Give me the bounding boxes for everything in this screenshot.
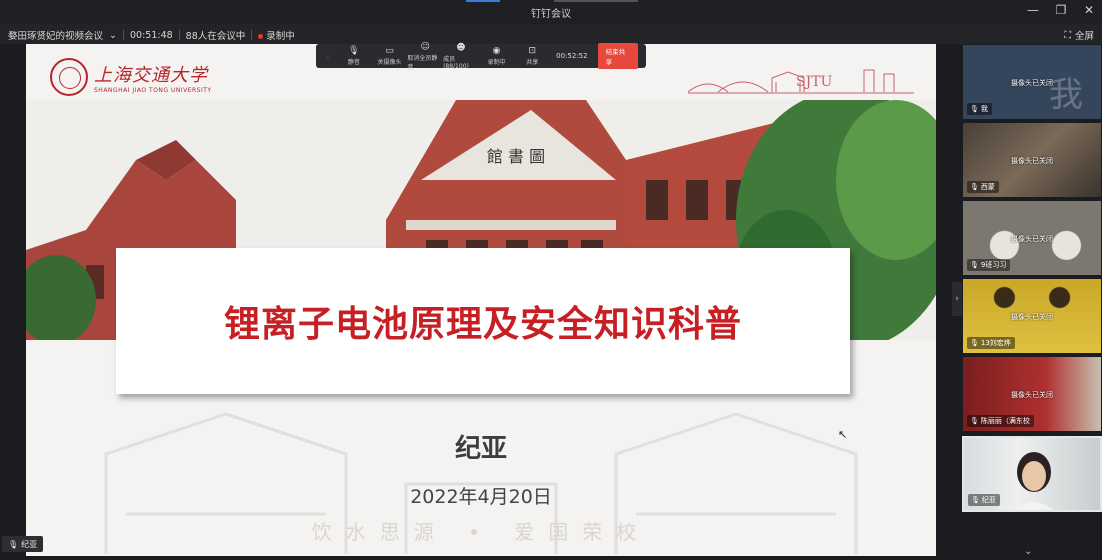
restore-icon[interactable]: ❐ bbox=[1054, 3, 1068, 17]
record-dot-icon bbox=[258, 34, 264, 39]
university-name-en: SHANGHAI JIAO TONG UNIVERSITY bbox=[94, 86, 212, 94]
recording-label: 录制中 bbox=[266, 31, 295, 42]
participant-name-tag: 🎙 纪亚 bbox=[968, 494, 1000, 506]
university-name-cn: 上海交通大学 bbox=[94, 64, 208, 86]
presenter-badge: 🎙 纪亚 bbox=[2, 536, 44, 552]
record-button[interactable]: ◉ 录制中 bbox=[479, 46, 515, 66]
divider bbox=[122, 30, 124, 40]
end-share-button[interactable]: 结束共享 bbox=[597, 43, 638, 69]
camera-icon: ▭ bbox=[385, 46, 394, 56]
record-icon: ◉ bbox=[492, 46, 501, 56]
participant-name: 我 bbox=[980, 105, 988, 113]
titlebar-accent bbox=[466, 0, 500, 2]
meeting-name[interactable]: 婺田琢贤妃的视频会议 bbox=[8, 28, 103, 42]
members-icon: ☻ bbox=[456, 42, 466, 53]
mute-all-icon: ☺ bbox=[420, 41, 430, 52]
chevron-right-icon: › bbox=[955, 294, 959, 304]
close-icon[interactable]: ✕ bbox=[1082, 3, 1096, 17]
camera-off-label: 摄像头已关闭 bbox=[1011, 157, 1053, 165]
participant-name-tag: 🎙 西蒙 bbox=[967, 181, 999, 193]
participant-name: 陈丽丽（满东校 bbox=[980, 417, 1030, 425]
camera-off-label: 摄像头已关闭 bbox=[1011, 391, 1053, 399]
mic-off-icon: 🎙 bbox=[970, 417, 979, 425]
minimize-icon[interactable]: — bbox=[1026, 3, 1040, 17]
camera-button[interactable]: ▭ 关摄像头 bbox=[372, 46, 408, 66]
record-label: 录制中 bbox=[487, 59, 506, 66]
speaker-video-icon bbox=[1014, 452, 1054, 510]
participant-name: 西蒙 bbox=[980, 183, 995, 191]
mute-button[interactable]: 🎙 静音 bbox=[336, 46, 372, 66]
participant-name: 纪亚 bbox=[981, 496, 996, 504]
share-icon: ⊡ bbox=[528, 46, 537, 56]
participant-tile[interactable]: 摄像头已关闭 🎙 西蒙 bbox=[962, 122, 1102, 198]
participant-name-tag: 🎙 我 bbox=[967, 103, 992, 115]
collapse-sidebar-button[interactable]: › bbox=[952, 282, 962, 316]
unmute-all-button[interactable]: ☺ 取消全员静音 bbox=[407, 42, 443, 71]
unmute-all-label: 取消全员静音 bbox=[407, 54, 438, 71]
shared-slide: 上海交通大学 SHANGHAI JIAO TONG UNIVERSITY SJT… bbox=[26, 44, 936, 556]
members-button[interactable]: ☻ 成员(88/100) bbox=[443, 43, 479, 70]
window-title: 钉钉会议 bbox=[531, 9, 571, 20]
university-logo: 上海交通大学 SHANGHAI JIAO TONG UNIVERSITY bbox=[50, 58, 212, 96]
university-motto: 饮水思源 • 爱国荣校 bbox=[311, 520, 651, 544]
mic-off-icon: 🎙 bbox=[970, 105, 979, 113]
fullscreen-icon: ⛶ bbox=[1064, 29, 1071, 41]
university-seal-icon bbox=[50, 58, 88, 96]
mute-label: 静音 bbox=[347, 59, 360, 66]
participant-tile[interactable]: 摄像头已关闭 🎙 9班习习 bbox=[962, 200, 1102, 276]
mic-off-icon: 🎙 bbox=[970, 339, 979, 347]
participant-name: 13刘宏烨 bbox=[980, 339, 1011, 347]
participant-sidebar: 我 摄像头已关闭 🎙 我 摄像头已关闭 🎙 西蒙 摄像头已关闭 🎙 9班习习 摄像头已… bbox=[962, 44, 1102, 560]
mic-icon: 🎙 bbox=[348, 46, 360, 56]
titlebar-accent-secondary bbox=[554, 0, 638, 2]
meeting-info-bar: 婺田琢贤妃的视频会议 ⌄ 00:51:48 88人在会议中 录制中 ⛶ 全屏 bbox=[0, 24, 1102, 44]
camera-off-label: 摄像头已关闭 bbox=[1011, 79, 1053, 87]
divider bbox=[178, 30, 180, 40]
share-timer: 00:52:52 bbox=[556, 52, 588, 60]
fullscreen-button[interactable]: ⛶ 全屏 bbox=[1064, 28, 1094, 43]
participant-tile[interactable]: 我 摄像头已关闭 🎙 我 bbox=[962, 44, 1102, 120]
participant-name-tag: 🎙 陈丽丽（满东校 bbox=[967, 415, 1034, 427]
drag-handle-icon[interactable]: ⋮ bbox=[324, 52, 332, 61]
window-controls: — ❐ ✕ bbox=[1026, 3, 1096, 17]
members-label: 成员(88/100) bbox=[443, 55, 469, 70]
presenter-name: 纪亚 bbox=[454, 434, 507, 464]
mouse-cursor-icon: ↖ bbox=[838, 428, 848, 441]
chevron-down-icon[interactable]: ⌄ bbox=[1024, 546, 1032, 557]
elapsed-time: 00:51:48 bbox=[129, 29, 173, 41]
participant-name: 9班习习 bbox=[980, 261, 1007, 269]
participant-tile-active-speaker[interactable]: 🎙 纪亚 bbox=[962, 436, 1102, 512]
mic-icon: 🎙 bbox=[971, 496, 980, 504]
svg-text:館 書 圖: 館 書 圖 bbox=[487, 147, 545, 166]
slide-title-card: 锂离子电池原理及安全知识科普 bbox=[116, 248, 850, 394]
meeting-toolbar: ⋮ 🎙 静音 ▭ 关摄像头 ☺ 取消全员静音 ☻ 成员(88/100) ◉ 录制… bbox=[316, 42, 646, 71]
divider bbox=[251, 30, 253, 40]
mic-off-icon: 🎙 bbox=[970, 183, 979, 191]
camera-label: 关摄像头 bbox=[377, 59, 402, 66]
participant-tile[interactable]: 摄像头已关闭 🎙 13刘宏烨 bbox=[962, 278, 1102, 354]
camera-off-label: 摄像头已关闭 bbox=[1011, 235, 1053, 243]
presentation-date: 2022年4月20日 bbox=[410, 486, 552, 508]
recording-status: 录制中 bbox=[258, 28, 295, 42]
camera-off-label: 摄像头已关闭 bbox=[1011, 313, 1053, 321]
slide-title: 锂离子电池原理及安全知识科普 bbox=[223, 304, 742, 345]
participant-count[interactable]: 88人在会议中 bbox=[186, 28, 246, 42]
fullscreen-label: 全屏 bbox=[1074, 31, 1094, 42]
tile-avatar-char: 我 bbox=[1049, 75, 1083, 115]
window-titlebar: 钉钉会议 — ❐ ✕ bbox=[0, 0, 1102, 24]
share-label: 共享 bbox=[526, 59, 539, 66]
mic-icon: 🎙 bbox=[8, 539, 19, 549]
participant-name-tag: 🎙 9班习习 bbox=[967, 259, 1011, 271]
mic-off-icon: 🎙 bbox=[970, 261, 979, 269]
participant-tile[interactable]: 摄像头已关闭 🎙 陈丽丽（满东校 bbox=[962, 356, 1102, 432]
participant-name-tag: 🎙 13刘宏烨 bbox=[967, 337, 1015, 349]
chevron-down-icon[interactable]: ⌄ bbox=[109, 30, 117, 41]
share-button[interactable]: ⊡ 共享 bbox=[514, 46, 550, 66]
sjtu-mark-text: SJTU bbox=[796, 74, 833, 90]
presenter-badge-name: 纪亚 bbox=[21, 539, 38, 549]
